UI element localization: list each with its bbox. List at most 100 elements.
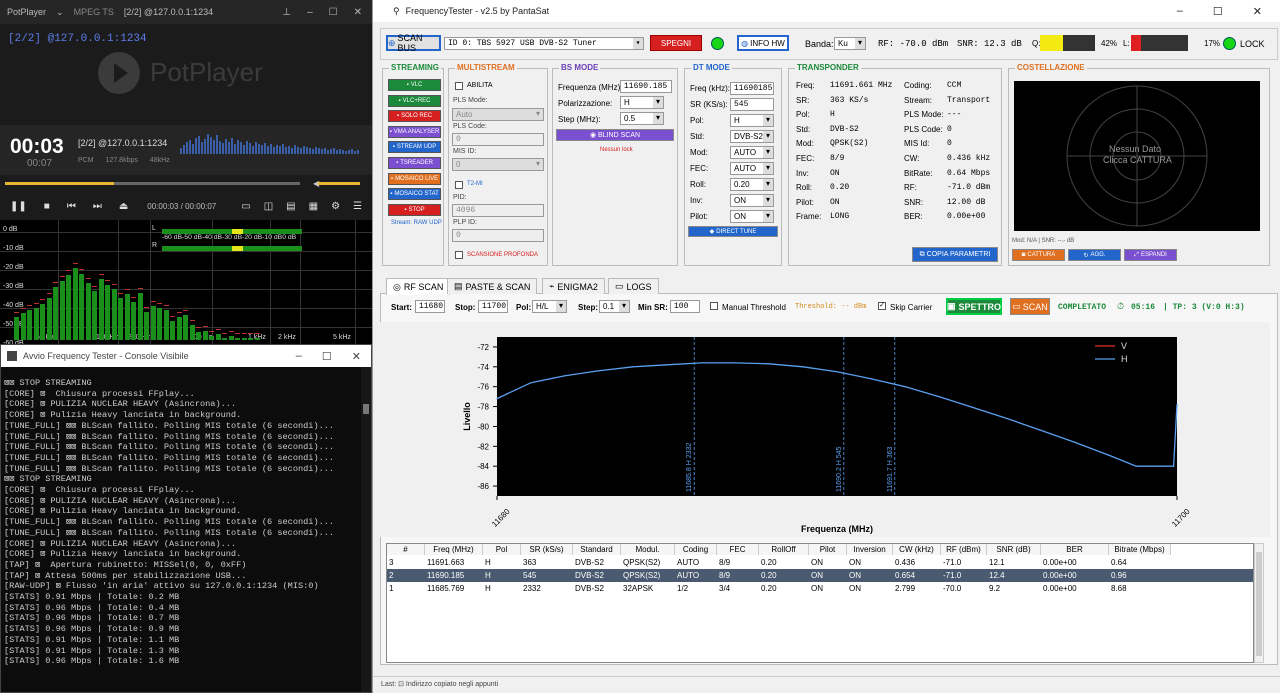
tab-paste-scan[interactable]: ▤ PASTE & SCAN xyxy=(447,278,538,294)
stream-button-solo-rec[interactable]: ▪ SOLO REC xyxy=(388,110,441,123)
close-icon[interactable]: ✕ xyxy=(354,7,362,18)
stop-icon[interactable]: ■ xyxy=(44,201,50,212)
table-header[interactable]: FEC xyxy=(717,544,759,555)
table-header[interactable]: Coding xyxy=(675,544,717,555)
stream-button-vlc-rec[interactable]: ▪ VLC+REC xyxy=(388,94,441,107)
stream-button-mosaico-stat[interactable]: ▪ MOSAICO STAT xyxy=(388,188,441,201)
deep-scan-checkbox[interactable] xyxy=(455,251,463,259)
minimize-icon[interactable]: – xyxy=(296,350,302,363)
blind-scan-button[interactable]: ◉ BLIND SCAN xyxy=(556,129,674,141)
min-sr-input[interactable]: 100 xyxy=(670,300,700,313)
table-header[interactable]: RollOff xyxy=(759,544,809,555)
settings-icon[interactable]: ⚙ xyxy=(331,201,340,212)
stream-button-vma-analyser[interactable]: ▪ VMA ANALYSER xyxy=(388,125,441,138)
bs-pol-select[interactable]: H xyxy=(620,96,664,109)
table-header[interactable]: CW (kHz) xyxy=(893,544,941,555)
dt-field-value[interactable]: ON xyxy=(730,210,774,223)
scrollbar-thumb[interactable] xyxy=(363,404,369,414)
seek-bar[interactable] xyxy=(5,182,300,185)
pid-input[interactable]: 4096 xyxy=(452,204,544,217)
subtitle-icon[interactable]: ▭ xyxy=(241,201,250,212)
prev-icon[interactable]: ⏮ xyxy=(67,201,76,212)
spettro-button[interactable]: ▣ SPETTRO xyxy=(946,298,1002,315)
console-scrollbar[interactable] xyxy=(361,367,371,692)
abilita-checkbox[interactable] xyxy=(455,82,463,90)
constellation-display[interactable]: Nessun Dato Clicca CATTURA xyxy=(1014,81,1260,231)
table-header[interactable]: Pol xyxy=(483,544,521,555)
stream-button-stream-udp[interactable]: ▪ STREAM UDP xyxy=(388,141,441,154)
table-header[interactable]: SR (kS/s) xyxy=(521,544,573,555)
skip-carrier-checkbox[interactable]: ✓ xyxy=(878,302,886,310)
step-select[interactable]: 0.1 xyxy=(599,300,630,313)
table-header[interactable]: Pilot xyxy=(809,544,847,555)
rf-spectrum-chart[interactable]: -72 -74 -76 -78 -80 -82 -84 -86 11680 11700 Freque… xyxy=(380,322,1270,537)
table-header[interactable]: SNR (dB) xyxy=(987,544,1041,555)
stream-button-mosaico-live[interactable]: ▪ MOSAICO LIVE xyxy=(388,172,441,185)
tab-logs[interactable]: ▭ LOGS xyxy=(608,278,659,294)
volume-slider[interactable] xyxy=(318,182,360,185)
stream-button-vlc[interactable]: ▪ VLC xyxy=(388,79,441,91)
table-header[interactable]: RF (dBm) xyxy=(941,544,987,555)
table-scrollbar-thumb[interactable] xyxy=(1256,552,1262,656)
banda-select[interactable]: Ku xyxy=(834,37,866,50)
close-icon[interactable]: ✕ xyxy=(352,350,361,363)
start-input[interactable]: 11680 xyxy=(415,300,445,313)
espandi-button[interactable]: ⤢ ESPANDI xyxy=(1124,249,1177,261)
tab-rf-scan[interactable]: ◎ RF SCAN xyxy=(386,278,451,295)
manual-threshold-checkbox[interactable] xyxy=(710,302,718,310)
menu-arrow-icon[interactable]: ⌄ xyxy=(56,7,64,18)
stream-button-tsreader[interactable]: ▪ TSREADER xyxy=(388,157,441,169)
table-header[interactable]: Freq (MHz) xyxy=(425,544,483,555)
menu-icon[interactable]: ☰ xyxy=(353,201,362,212)
table-header[interactable]: Modul. xyxy=(621,544,675,555)
next-icon[interactable]: ⏭ xyxy=(93,201,102,212)
mis-id-select[interactable]: 0 xyxy=(452,158,544,171)
capture-icon[interactable]: ◫ xyxy=(264,201,273,212)
tuner-select[interactable]: ID 0: TBS 5927 USB DVB-S2 Tuner xyxy=(444,37,644,50)
scan-bus-button[interactable]: ⊕ SCAN BUS xyxy=(386,33,441,53)
spegni-button[interactable]: SPEGNI xyxy=(650,35,702,51)
dt-field-value[interactable]: AUTO xyxy=(730,146,774,159)
stop-input[interactable]: 11700 xyxy=(478,300,508,313)
stream-tab[interactable]: [2/2] @127.0.0.1:1234 xyxy=(124,7,213,17)
pls-mode-select[interactable]: Auto xyxy=(452,108,544,121)
stream-button-stop[interactable]: ▪ STOP xyxy=(388,203,441,216)
info-hw-button[interactable]: ◍ INFO HW xyxy=(737,35,789,51)
table-header[interactable]: # xyxy=(387,544,425,555)
table-header[interactable]: BER xyxy=(1041,544,1109,555)
maximize-icon[interactable]: ☐ xyxy=(322,350,332,363)
dt-field-value[interactable]: AUTO xyxy=(730,162,774,175)
minimize-icon[interactable]: – xyxy=(307,7,313,18)
maximize-icon[interactable]: ☐ xyxy=(329,7,338,18)
table-header[interactable]: Standard xyxy=(573,544,621,555)
playlist-icon[interactable]: ▤ xyxy=(286,201,295,212)
eject-icon[interactable]: ⏏ xyxy=(119,201,128,212)
bs-freq-input[interactable]: 11690.185 xyxy=(620,80,672,93)
potplayer-title[interactable]: PotPlayer xyxy=(7,7,46,17)
equalizer-icon[interactable]: ▦ xyxy=(309,201,318,212)
table-row[interactable]: 3 11691.663 H 363 DVB-S2 QPSK(S2) AUTO 8/9 0.20 O… xyxy=(387,556,1253,569)
pin-icon[interactable]: ⊥ xyxy=(282,7,291,18)
t2mi-checkbox[interactable] xyxy=(455,181,463,189)
table-scrollbar[interactable] xyxy=(1254,543,1264,663)
cattura-button[interactable]: ◙ CATTURA xyxy=(1012,249,1065,261)
table-row[interactable]: 2 11690.185 H 545 DVB-S2 QPSK(S2) AUTO 8/9 0.20 O… xyxy=(387,569,1253,582)
dt-field-value[interactable]: 545 xyxy=(730,98,774,111)
pls-code-input[interactable]: 0 xyxy=(452,133,544,146)
dt-field-value[interactable]: H xyxy=(730,114,774,127)
pol-select[interactable]: H/L xyxy=(532,300,567,313)
dt-field-value[interactable]: 0.20 xyxy=(730,178,774,191)
table-row[interactable]: 1 11685.769 H 2332 DVB-S2 32APSK 1/2 3/4 0.20 ON O… xyxy=(387,582,1253,595)
dt-field-value[interactable]: DVB-S2 xyxy=(730,130,774,143)
direct-tune-button[interactable]: ◆ DIRECT TUNE xyxy=(688,226,778,237)
pause-icon[interactable]: ❚❚ xyxy=(10,201,27,212)
aggiorna-button[interactable]: ↻ AGG. xyxy=(1068,249,1121,261)
table-header[interactable]: Inversion xyxy=(847,544,893,555)
dt-field-value[interactable]: 11690185 xyxy=(730,82,774,95)
table-header[interactable]: Bitrate (Mbps) xyxy=(1109,544,1171,555)
tab-enigma2[interactable]: ⌁ ENIGMA2 xyxy=(542,278,605,294)
scan-button[interactable]: ▭ SCAN xyxy=(1010,298,1050,315)
bs-step-select[interactable]: 0.5 xyxy=(620,112,664,125)
dt-field-value[interactable]: ON xyxy=(730,194,774,207)
copy-params-button[interactable]: ⧉ COPIA PARAMETRI xyxy=(912,247,998,262)
